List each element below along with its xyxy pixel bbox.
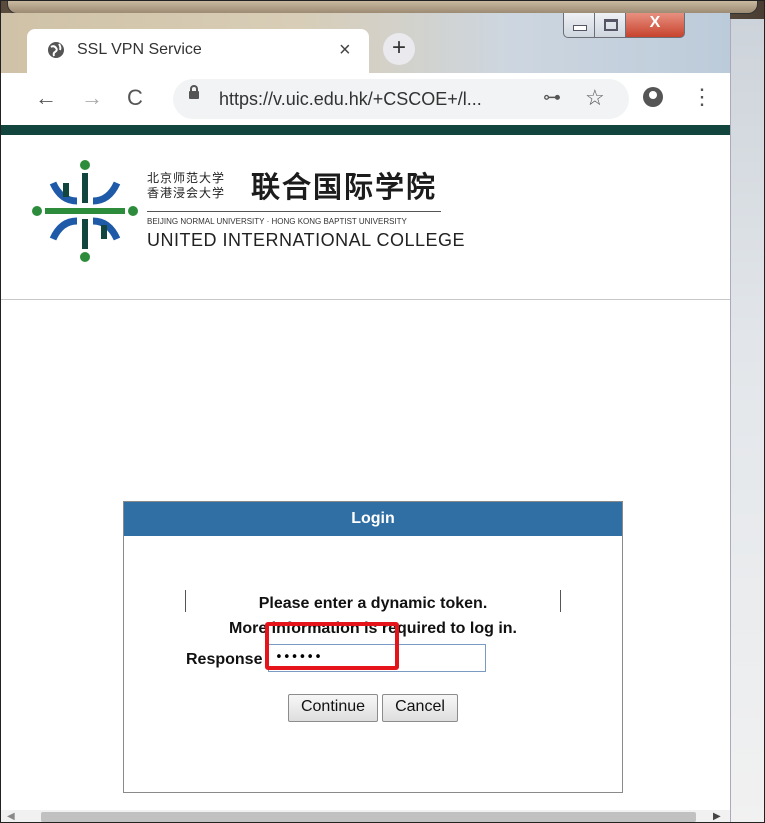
continue-button[interactable]: Continue [288, 694, 378, 722]
logo-cn-universities: 北京师范大学 香港浸会大学 [147, 171, 225, 201]
maximize-icon [604, 19, 618, 31]
title-bar: SSL VPN Service × + X [1, 13, 730, 73]
logo-cn-line1: 北京师范大学 [147, 171, 226, 185]
site-top-bar [1, 125, 730, 135]
logo-en-universities: BEIJING NORMAL UNIVERSITY · HONG KONG BA… [147, 217, 407, 226]
cancel-button[interactable]: Cancel [382, 694, 458, 722]
browser-toolbar: ← → C https://v.uic.edu.hk/+CSCOE+/l... … [1, 73, 730, 125]
scroll-right-arrow-icon[interactable]: ▶ [713, 811, 721, 822]
minimize-button[interactable] [563, 13, 595, 38]
horizontal-scrollbar[interactable]: ◀ ▶ [1, 810, 730, 822]
star-icon[interactable]: ☆ [585, 85, 605, 111]
header-divider [1, 299, 730, 300]
page-content: 北京师范大学 香港浸会大学 联合国际学院 BEIJING NORMAL UNIV… [1, 135, 730, 810]
menu-icon[interactable]: ⋮ [691, 83, 713, 111]
uic-logo-icon [32, 160, 138, 262]
desktop-background-right [730, 19, 764, 822]
scroll-thumb[interactable] [41, 812, 696, 822]
new-tab-button[interactable]: + [383, 33, 415, 65]
back-button[interactable]: ← [35, 85, 57, 111]
logo-cn-line2: 香港浸会大学 [147, 186, 226, 200]
globe-icon [48, 42, 64, 58]
window-close-button[interactable]: X [625, 13, 685, 38]
browser-tab[interactable]: SSL VPN Service × [27, 29, 369, 73]
reload-button[interactable]: C [127, 85, 143, 111]
maximize-button[interactable] [594, 13, 626, 38]
forward-button[interactable]: → [81, 85, 103, 111]
url-text[interactable]: https://v.uic.edu.hk/+CSCOE+/l... [219, 88, 482, 110]
address-bar[interactable]: https://v.uic.edu.hk/+CSCOE+/l... ⊶ ☆ [173, 79, 629, 119]
tab-title: SSL VPN Service [77, 41, 202, 58]
logo-divider [147, 211, 441, 212]
browser-window: SSL VPN Service × + X ← → C https://v.ui… [1, 13, 730, 822]
key-icon[interactable]: ⊶ [543, 87, 561, 108]
scroll-left-arrow-icon[interactable]: ◀ [7, 811, 15, 822]
lock-icon[interactable] [189, 85, 199, 99]
tab-close-icon[interactable]: × [339, 39, 351, 61]
screenshot-frame: SSL VPN Service × + X ← → C https://v.ui… [0, 0, 765, 823]
minimize-icon [573, 25, 587, 31]
response-label: Response [186, 651, 263, 668]
annotation-highlight-box [265, 622, 399, 670]
account-icon[interactable] [643, 87, 663, 107]
close-icon: X [649, 14, 661, 31]
login-title: Login [124, 502, 622, 536]
logo-cn-name: 联合国际学院 [251, 172, 438, 204]
login-message-line1: Please enter a dynamic token. [258, 595, 488, 612]
logo-en-name: UNITED INTERNATIONAL COLLEGE [147, 230, 466, 250]
